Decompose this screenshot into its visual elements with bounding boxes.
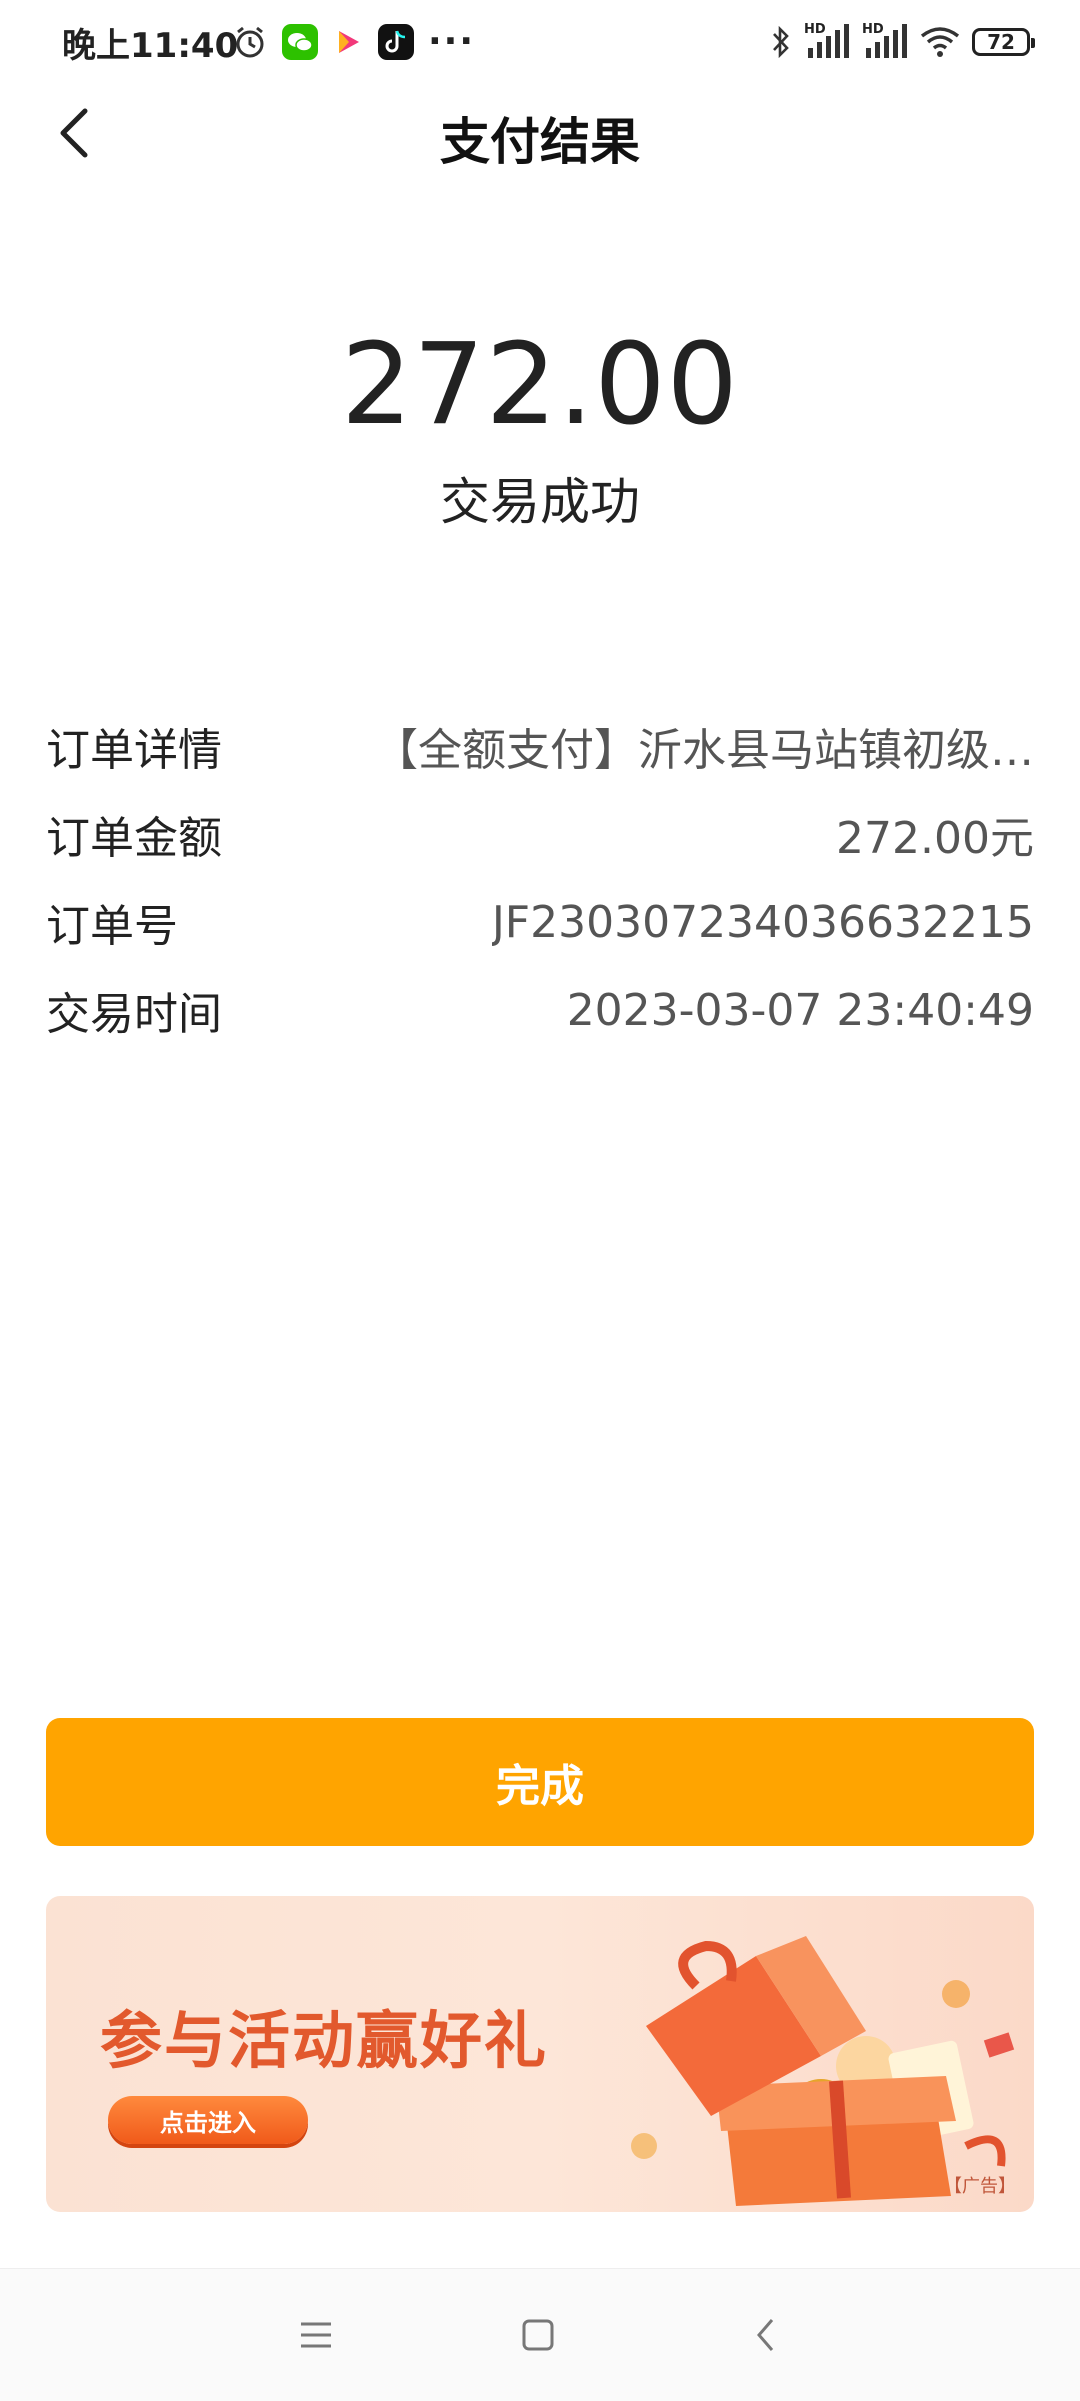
gift-box-icon [631,1936,1015,2206]
back-icon [757,2319,774,2351]
status-bar: 晚上11:40 ··· HD HD 72 [0,0,1080,84]
menu-icon [301,2322,331,2348]
banner-enter-button[interactable]: 点击进入 [108,2096,308,2144]
detail-label: 交易时间 [46,989,222,1040]
detail-label: 订单号 [46,901,178,952]
hd-label: HD [804,22,826,37]
detail-row-order-info: 订单详情 【全额支付】沂水县马站镇初级… [46,702,1034,790]
detail-row-transaction-time: 交易时间 2023-03-07 23:40:49 [46,966,1034,1054]
video-play-icon [332,26,364,58]
header: 支付结果 [0,84,1080,182]
notification-icons: ··· [232,20,475,64]
ad-tag: 【广告】 [944,2176,1016,2197]
payment-amount: 272.00 [341,320,739,450]
hd-label: HD [862,22,884,37]
status-time: 晚上11:40 [62,26,239,66]
battery-level: 72 [987,30,1015,54]
more-icon: ··· [428,21,476,62]
transaction-status: 交易成功 [440,473,640,531]
page-title: 支付结果 [440,113,640,171]
tiktok-icon [378,24,414,60]
detail-label: 订单详情 [46,725,222,776]
order-details: 订单详情 【全额支付】沂水县马站镇初级… 订单金额 272.00元 订单号 JF… [46,702,1034,1054]
system-nav-bar [0,2268,1080,2401]
home-button[interactable] [508,2305,568,2365]
wifi-icon [920,26,960,58]
detail-value: 272.00元 [836,813,1034,864]
nav-back-button[interactable] [736,2305,796,2365]
system-icons: HD HD 72 [770,20,1035,64]
home-icon [522,2319,554,2351]
menu-button[interactable] [286,2305,346,2365]
bluetooth-icon [770,24,792,60]
promo-banner[interactable]: 参与活动赢好礼 点击进入 【广告】 [46,1896,1034,2212]
done-button[interactable]: 完成 [46,1718,1034,1846]
detail-row-order-number: 订单号 JF2303072340366322​15 [46,878,1034,966]
detail-label: 订单金额 [46,813,222,864]
wechat-icon [282,24,318,60]
detail-row-order-amount: 订单金额 272.00元 [46,790,1034,878]
detail-value: JF2303072340366322​15 [491,896,1034,948]
hd-signal-icon: HD [804,22,850,62]
hd-signal-icon: HD [862,22,908,62]
battery-icon: 72 [972,28,1035,56]
alarm-icon [232,24,268,60]
detail-value: 【全额支付】沂水县马站镇初级… [374,725,1034,776]
detail-value: 2023-03-07 23:40:49 [566,984,1034,1036]
banner-title: 参与活动赢好礼 [100,2004,549,2077]
